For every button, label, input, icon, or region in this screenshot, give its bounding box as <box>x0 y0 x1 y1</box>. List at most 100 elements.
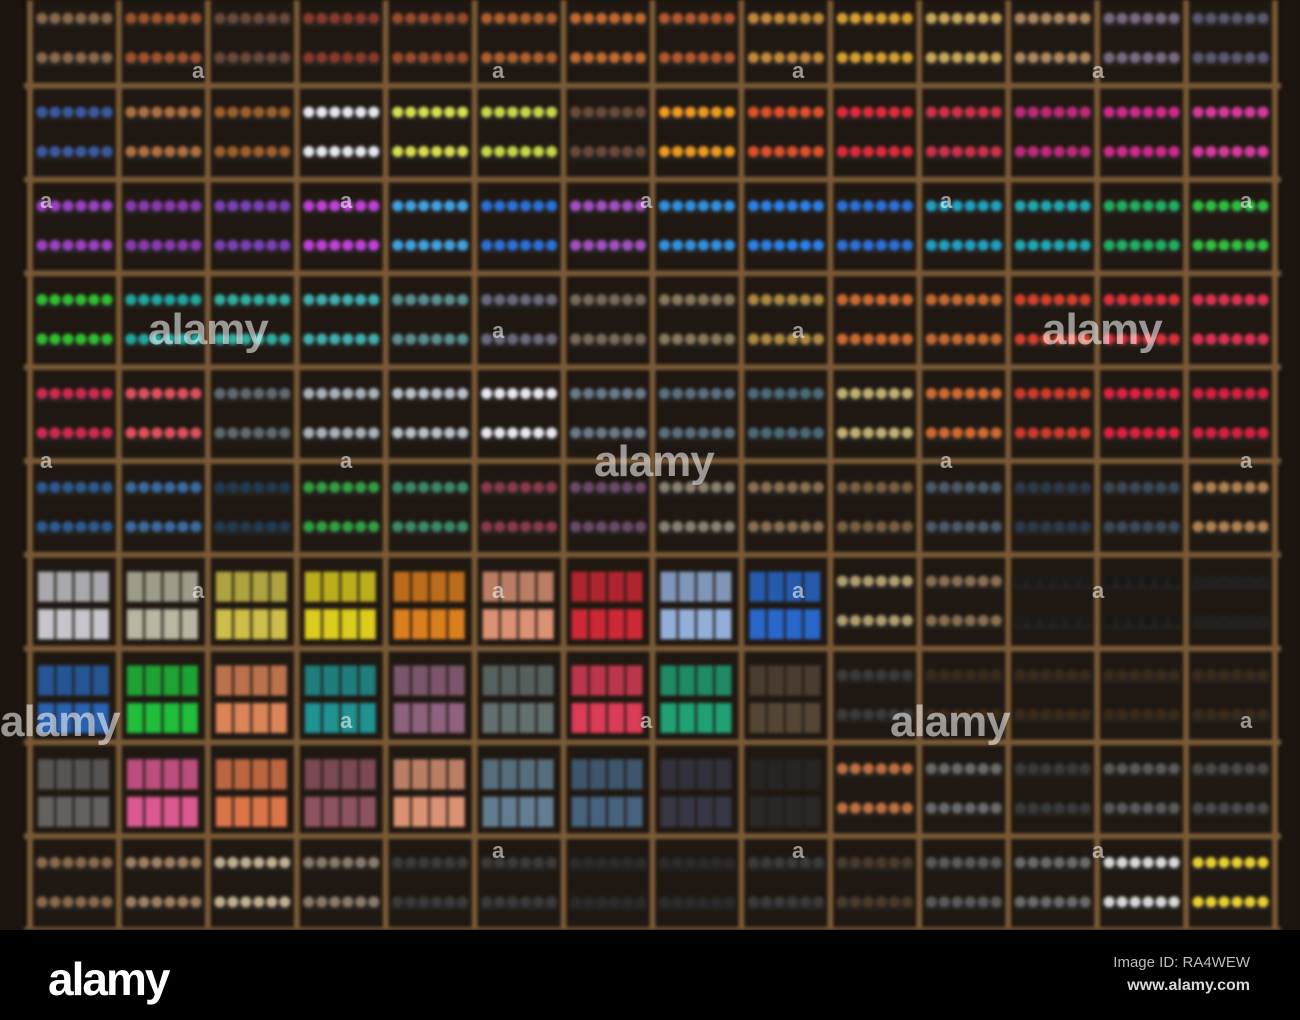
pencil-tip <box>151 481 163 493</box>
pastel-stick <box>696 759 714 790</box>
pencil-tip <box>1231 333 1243 345</box>
pencil-tray <box>836 429 914 442</box>
pastel-stick <box>252 665 269 696</box>
pencil-tip <box>1231 708 1243 720</box>
pastel-stick <box>252 571 269 602</box>
pencil-tray <box>1014 242 1092 254</box>
pencil-tip <box>862 12 874 24</box>
pencil-tip <box>177 52 189 64</box>
pencil-tip <box>710 52 722 64</box>
pencil-tip <box>938 802 950 814</box>
pencil-tip <box>418 896 430 908</box>
pencil-tip <box>622 239 634 251</box>
pencil-tip <box>875 481 887 493</box>
pastel-stick <box>537 571 554 602</box>
pencil-tip <box>1079 200 1091 212</box>
pastel-stick <box>571 665 588 696</box>
pastel-stick <box>252 796 269 827</box>
pencil-tip <box>49 896 61 908</box>
pastel-stick <box>660 609 677 640</box>
pencil-tip <box>266 239 278 251</box>
pencil-tip <box>253 200 265 212</box>
pencil-tray <box>391 242 469 254</box>
pencil-tip <box>925 763 937 775</box>
pencil-tip <box>520 106 532 118</box>
pastel-stick <box>678 703 695 734</box>
pencil-tip <box>875 427 887 439</box>
cubby <box>1190 558 1271 645</box>
pencil-tip <box>849 896 861 908</box>
pencil-tip <box>1103 856 1115 868</box>
pencil-tip <box>138 200 150 212</box>
pencil-tip <box>812 239 824 251</box>
pastel-stick <box>411 703 429 734</box>
pencil-tip <box>164 481 176 493</box>
horizontal-shelf <box>24 270 1281 277</box>
pastel-stick <box>74 703 91 734</box>
pencil-tip <box>253 387 265 399</box>
pencil-tip <box>303 333 315 345</box>
pastel-stick <box>56 703 73 734</box>
pencil-tip <box>849 145 861 157</box>
pencil-tip <box>1231 294 1243 306</box>
pencil-tip <box>125 239 137 251</box>
pencil-tip <box>1244 387 1256 399</box>
pencil-tip <box>710 387 722 399</box>
pencil-tip <box>507 106 519 118</box>
pencil-tip <box>1040 333 1052 345</box>
pastel-stick <box>537 703 554 734</box>
pencil-tip <box>1027 52 1039 64</box>
pencil-tip <box>62 481 74 493</box>
pencil-tip <box>533 521 545 533</box>
pastel-stick <box>323 665 340 696</box>
pencil-tip <box>938 763 950 775</box>
pencil-tip <box>609 294 621 306</box>
pencil-tip <box>1192 708 1204 720</box>
pastel-stick <box>56 571 73 602</box>
pencil-tray <box>302 484 380 496</box>
pencil-tip <box>862 333 874 345</box>
pencil-tip <box>457 427 469 439</box>
pencil-tip <box>697 200 709 212</box>
website-link[interactable]: www.alamy.com <box>1127 977 1250 995</box>
pencil-tip <box>1053 763 1065 775</box>
pencil-tip <box>227 896 239 908</box>
pencil-tip <box>444 12 456 24</box>
pencil-tray <box>1192 109 1269 121</box>
pencil-tip <box>1053 614 1065 626</box>
pencil-tip <box>62 239 74 251</box>
pastel-stick <box>92 759 109 790</box>
pencil-tray <box>1103 898 1181 911</box>
pastel-stick <box>163 796 180 827</box>
pencil-tip <box>507 521 519 533</box>
pencil-tip <box>279 106 291 118</box>
pencil-tip <box>214 333 226 345</box>
pastel-stick <box>589 571 607 602</box>
pencil-tip <box>1168 387 1180 399</box>
pencil-tip <box>253 856 265 868</box>
pastel-stick <box>252 759 269 790</box>
pencil-tip <box>786 239 798 251</box>
pastel-stick <box>571 609 588 640</box>
pencil-tip <box>977 294 989 306</box>
pencil-tip <box>36 145 48 157</box>
pencil-tip <box>786 294 798 306</box>
pencil-tip <box>227 294 239 306</box>
pencil-tip <box>635 294 646 306</box>
pastel-stick <box>411 609 429 640</box>
pencil-tip <box>75 239 87 251</box>
pencil-tip <box>951 481 963 493</box>
pencil-tip <box>342 856 354 868</box>
pencil-tip <box>1142 145 1154 157</box>
pencil-tip <box>786 896 798 908</box>
pastel-stick <box>126 796 144 827</box>
pencil-tray <box>1192 484 1269 496</box>
pencil-tip <box>836 708 848 720</box>
pastel-stick <box>804 571 821 602</box>
cubby <box>745 183 827 270</box>
pencil-tray <box>1103 805 1181 817</box>
pencil-tip <box>1066 12 1078 24</box>
pencil-tip <box>1040 856 1052 868</box>
pencil-tip <box>799 387 811 399</box>
pastel-stick <box>571 703 588 734</box>
